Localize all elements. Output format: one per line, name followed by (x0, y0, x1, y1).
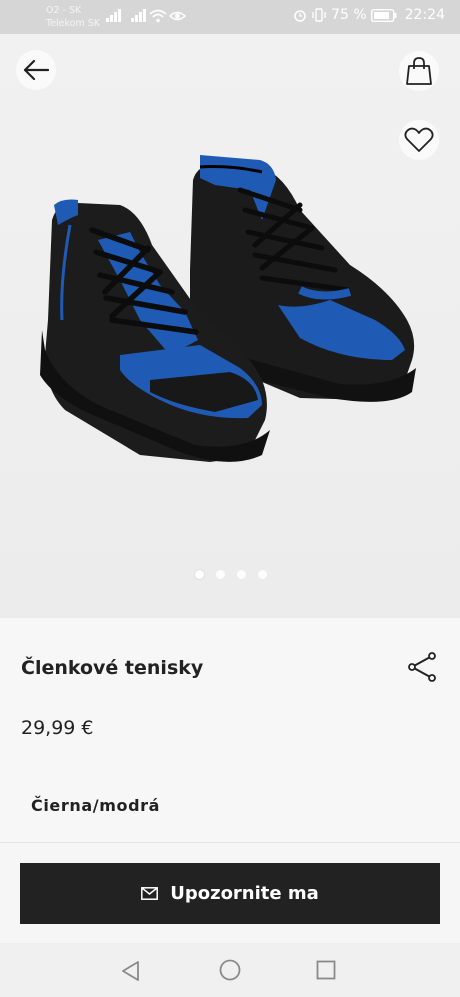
pagination-dot-active[interactable] (195, 570, 204, 579)
gallery-pagination (195, 570, 267, 579)
shopping-bag-icon (406, 57, 432, 85)
back-button[interactable] (16, 50, 56, 90)
carrier-name-2: Telekom SK (46, 18, 101, 29)
product-title: Členkové tenisky (21, 657, 204, 679)
envelope-icon (141, 887, 159, 900)
status-right: 75 % 22:24 (293, 7, 445, 23)
heart-icon (404, 127, 434, 152)
arrow-left-icon (23, 59, 49, 81)
carrier-info: O2 - SK Telekom SK (46, 4, 100, 30)
shopping-bag-button[interactable] (399, 51, 439, 91)
wifi-icon (149, 9, 167, 23)
product-image-gallery[interactable] (0, 34, 460, 618)
system-nav-bar (0, 943, 460, 997)
triangle-back-icon[interactable] (120, 960, 142, 982)
signal-icon (106, 9, 121, 22)
share-button[interactable] (405, 652, 439, 682)
notify-me-label: Upozornite ma (170, 883, 319, 904)
notify-me-button[interactable]: Upozornite ma (20, 863, 440, 924)
eye-icon (169, 11, 186, 21)
status-bar: O2 - SK Telekom SK 75 % 22:24 (0, 0, 460, 34)
share-icon (408, 652, 436, 682)
vibrate-icon (312, 8, 326, 22)
alarm-icon (294, 10, 306, 22)
battery-percent: 75 % (331, 7, 367, 23)
circle-home-icon[interactable] (219, 959, 241, 981)
carrier-name-1: O2 - SK (46, 5, 82, 16)
product-price: 29,99 € (21, 717, 94, 739)
favorite-button[interactable] (399, 120, 439, 160)
pagination-dot[interactable] (258, 570, 267, 579)
clock: 22:24 (404, 7, 445, 23)
square-recents-icon[interactable] (316, 960, 336, 980)
sneakers-image (0, 34, 460, 618)
battery-icon (370, 8, 397, 22)
signal-icon-2 (131, 9, 146, 22)
pagination-dot[interactable] (216, 570, 225, 579)
pagination-dot[interactable] (237, 570, 246, 579)
product-color[interactable]: Čierna/modrá (31, 796, 160, 815)
